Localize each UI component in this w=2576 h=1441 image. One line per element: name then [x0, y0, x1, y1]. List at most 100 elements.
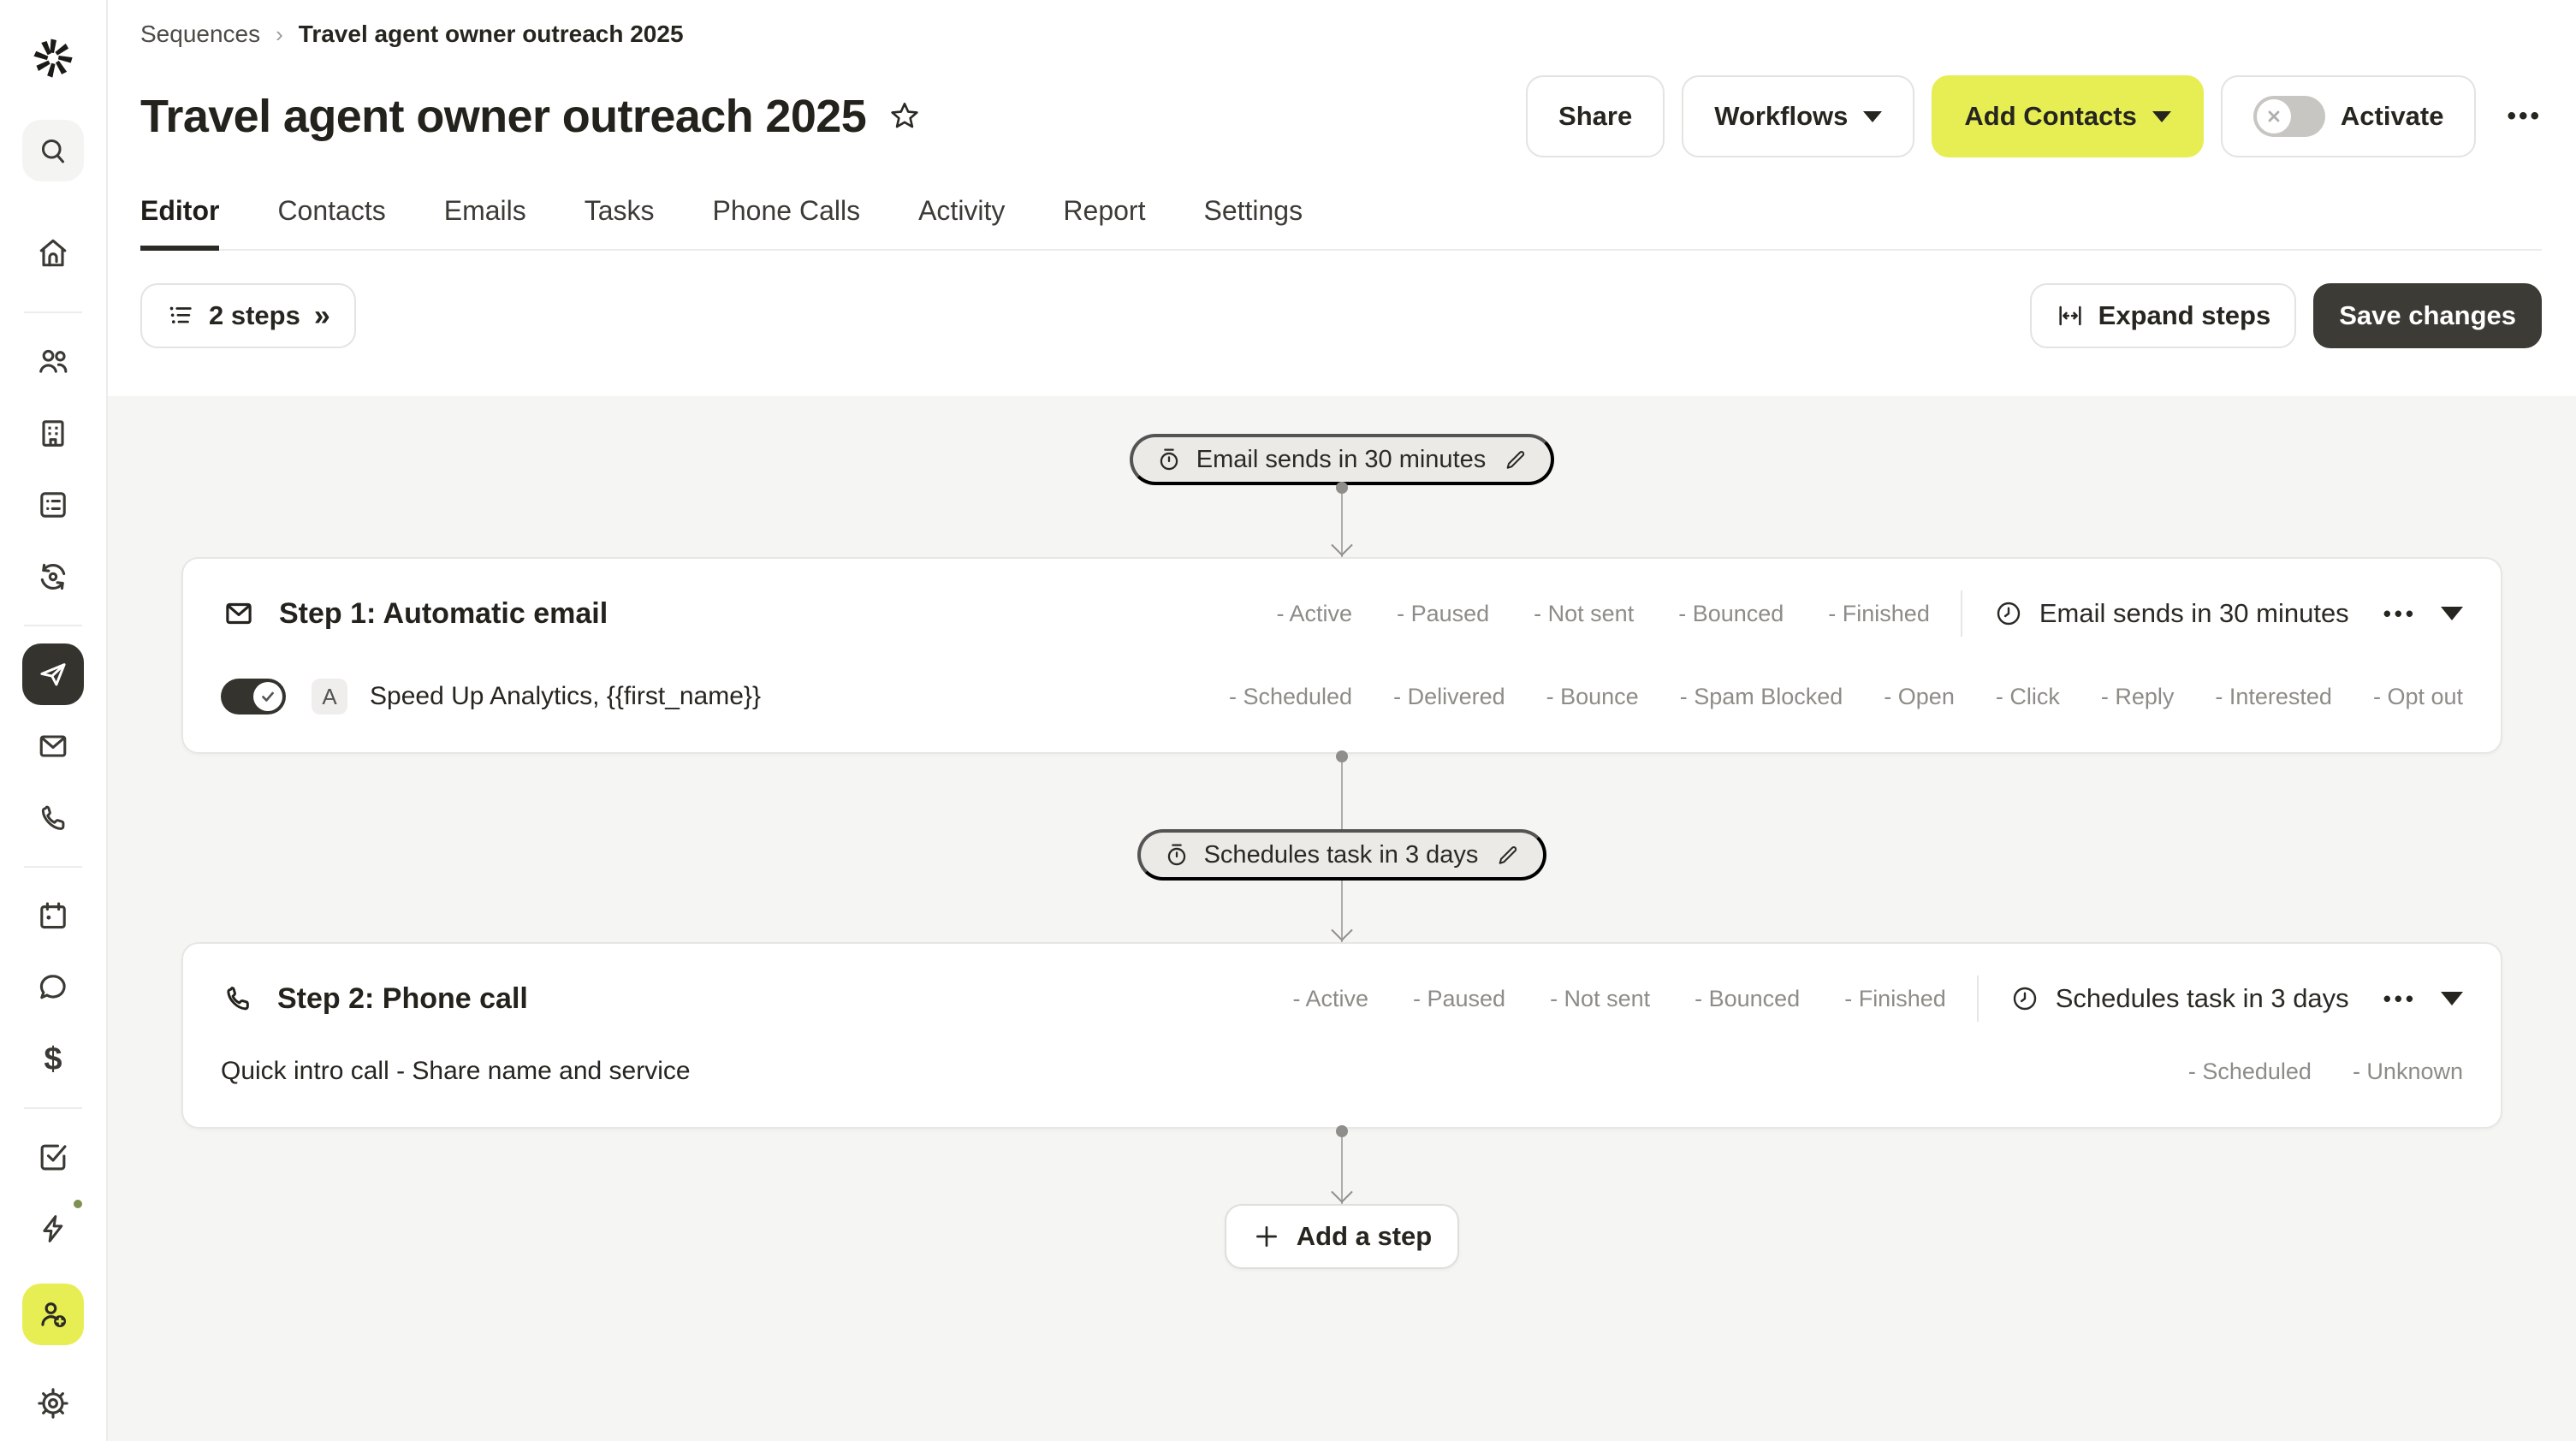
add-step-label: Add a step — [1297, 1221, 1432, 1252]
tab-emails[interactable]: Emails — [444, 195, 526, 249]
breadcrumb: Sequences › Travel agent owner outreach … — [140, 21, 2542, 48]
step-1-stat-not-sent: - Not sent — [1534, 601, 1634, 627]
sequences-icon[interactable] — [22, 643, 84, 705]
share-button[interactable]: Share — [1526, 75, 1665, 157]
step-2-schedule: Schedules task in 3 days — [2009, 983, 2349, 1014]
email-enabled-toggle[interactable] — [221, 679, 286, 715]
chevron-down-icon — [2152, 111, 2171, 122]
add-contact-icon[interactable] — [22, 1284, 84, 1345]
breadcrumb-current: Travel agent owner outreach 2025 — [299, 21, 684, 48]
app-root: $ — [0, 0, 2576, 1441]
email-stat-opt-out: - Opt out — [2373, 684, 2463, 710]
step-1-title: Step 1: Automatic email — [279, 597, 608, 631]
title-actions: Share Workflows Add Contacts — [1526, 75, 2542, 157]
email-stat-spam-blocked: - Spam Blocked — [1680, 684, 1843, 710]
task-name[interactable]: Quick intro call - Share name and servic… — [221, 1057, 691, 1086]
save-changes-button[interactable]: Save changes — [2313, 283, 2542, 348]
step-2-title: Step 2: Phone call — [277, 982, 528, 1016]
search-icon[interactable] — [22, 120, 84, 181]
vertical-divider — [1961, 590, 1962, 637]
step-2-stat-paused: - Paused — [1413, 986, 1505, 1012]
email-stat-reply: - Reply — [2101, 684, 2175, 710]
breadcrumb-root[interactable]: Sequences — [140, 21, 260, 48]
step-1-email-row: A Speed Up Analytics, {{first_name}} - S… — [183, 668, 2501, 752]
step-1-schedule: Email sends in 30 minutes — [1993, 598, 2349, 629]
steps-count-button[interactable]: 2 steps » — [140, 283, 356, 348]
settings-gear-icon[interactable] — [22, 1373, 84, 1434]
step-2-stat-finished: - Finished — [1844, 986, 1946, 1012]
email-subject[interactable]: Speed Up Analytics, {{first_name}} — [370, 682, 761, 711]
more-options-icon[interactable]: ••• — [2507, 102, 2542, 131]
sidebar-divider — [24, 311, 82, 313]
tab-contacts[interactable]: Contacts — [277, 195, 385, 249]
activate-label: Activate — [2341, 101, 2444, 132]
task-stat-unknown: - Unknown — [2353, 1059, 2463, 1085]
sidebar-divider — [24, 866, 82, 868]
expand-steps-label: Expand steps — [2098, 300, 2271, 331]
edit-pencil-icon[interactable] — [1503, 447, 1528, 472]
delay-pill-1[interactable]: Email sends in 30 minutes — [1130, 434, 1555, 485]
sidebar-divider — [24, 1107, 82, 1109]
chat-icon[interactable] — [22, 957, 84, 1018]
expand-steps-button[interactable]: Expand steps — [2030, 283, 2297, 348]
vertical-divider — [1977, 975, 1979, 1022]
edit-pencil-icon[interactable] — [1495, 842, 1521, 868]
add-contacts-button-label: Add Contacts — [1964, 101, 2137, 132]
tab-tasks[interactable]: Tasks — [585, 195, 655, 249]
step-1-collapse-icon[interactable] — [2441, 607, 2463, 620]
companies-icon[interactable] — [22, 402, 84, 464]
sequence-canvas: Email sends in 30 minutes Step 1: A — [108, 396, 2576, 1441]
workflows-button-label: Workflows — [1714, 101, 1848, 132]
tab-settings[interactable]: Settings — [1203, 195, 1303, 249]
phone-icon[interactable] — [22, 787, 84, 849]
clock-icon — [2009, 983, 2040, 1014]
app-logo-icon[interactable] — [22, 27, 84, 89]
tab-editor[interactable]: Editor — [140, 195, 219, 249]
main-area: Sequences › Travel agent owner outreach … — [108, 0, 2576, 1441]
email-variant-badge: A — [312, 679, 347, 715]
favorite-star-icon[interactable] — [887, 98, 923, 134]
tab-activity[interactable]: Activity — [918, 195, 1005, 249]
lists-icon[interactable] — [22, 474, 84, 536]
toggle-knob-x-icon — [2257, 99, 2291, 133]
step-2-collapse-icon[interactable] — [2441, 992, 2463, 1005]
phone-step-icon — [221, 981, 255, 1016]
activate-toggle[interactable] — [2253, 96, 2325, 137]
sync-icon[interactable] — [22, 546, 84, 608]
activate-toggle-button[interactable]: Activate — [2221, 75, 2477, 157]
deals-icon[interactable]: $ — [22, 1029, 84, 1090]
automations-icon[interactable] — [22, 1198, 84, 1260]
calendar-icon[interactable] — [22, 885, 84, 946]
add-step-button[interactable]: Add a step — [1225, 1204, 1459, 1269]
step-1-stat-paused: - Paused — [1397, 601, 1489, 627]
delay-pill-2[interactable]: Schedules task in 3 days — [1137, 829, 1547, 881]
stopwatch-icon — [1155, 446, 1183, 473]
home-icon[interactable] — [22, 222, 84, 284]
add-contacts-button[interactable]: Add Contacts — [1932, 75, 2204, 157]
step-2-schedule-label: Schedules task in 3 days — [2056, 983, 2349, 1014]
plus-icon — [1252, 1222, 1281, 1251]
tab-phone-calls[interactable]: Phone Calls — [713, 195, 861, 249]
share-button-label: Share — [1558, 101, 1632, 132]
email-stat-open: - Open — [1884, 684, 1955, 710]
step-2-more-icon[interactable]: ••• — [2383, 986, 2417, 1012]
tab-report[interactable]: Report — [1063, 195, 1145, 249]
email-step-icon — [221, 596, 257, 632]
toggle-knob-check-icon — [253, 682, 282, 711]
people-icon[interactable] — [22, 330, 84, 392]
automations-status-dot — [70, 1196, 86, 1212]
step-2-task-row: Quick intro call - Share name and servic… — [183, 1053, 2501, 1127]
step-2-header: Step 2: Phone call - Active- Paused- Not… — [183, 944, 2501, 1053]
chevron-down-icon — [1863, 111, 1882, 122]
flow-connector — [1341, 754, 1343, 829]
editor-toolbar: 2 steps » Expand steps Save changes — [108, 251, 2576, 396]
step-2-stat-bounced: - Bounced — [1695, 986, 1800, 1012]
workflows-button[interactable]: Workflows — [1682, 75, 1914, 157]
step-1-more-icon[interactable]: ••• — [2383, 601, 2417, 627]
step-2-stat-active: - Active — [1292, 986, 1368, 1012]
step-1-header: Step 1: Automatic email - Active- Paused… — [183, 559, 2501, 668]
email-icon[interactable] — [22, 715, 84, 777]
step-1-stat-bounced: - Bounced — [1678, 601, 1784, 627]
tasks-icon[interactable] — [22, 1126, 84, 1188]
page-title: Travel agent owner outreach 2025 — [140, 90, 866, 143]
